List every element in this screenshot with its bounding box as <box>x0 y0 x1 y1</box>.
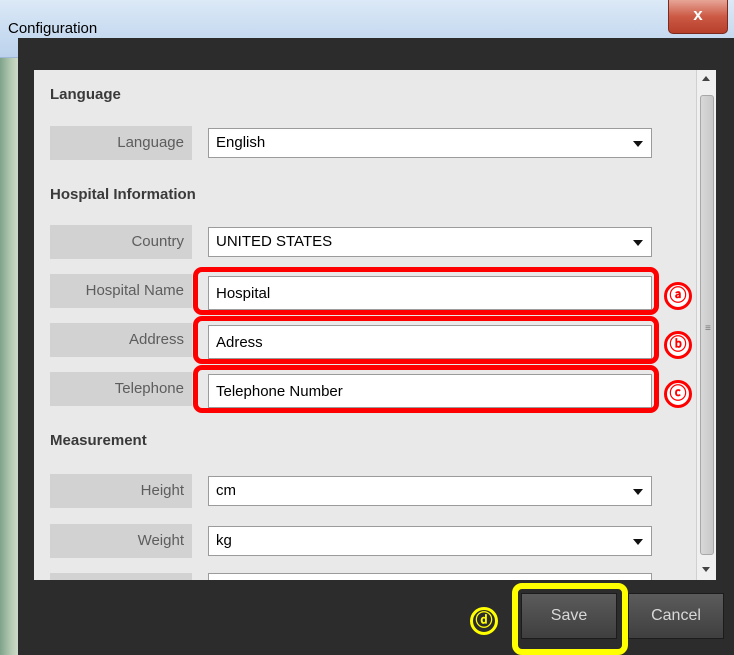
country-select-value: UNITED STATES <box>216 233 333 250</box>
chevron-down-icon <box>633 141 643 147</box>
height-select[interactable]: cm <box>208 476 652 506</box>
address-input[interactable] <box>208 325 652 359</box>
hospital-name-input[interactable] <box>208 276 652 310</box>
weight-select[interactable]: kg <box>208 526 652 556</box>
language-select[interactable]: English <box>208 128 652 158</box>
section-heading-hospital: Hospital Information <box>50 186 196 203</box>
weight-select-value: kg <box>216 532 232 549</box>
desktop-background <box>0 58 20 655</box>
country-select[interactable]: UNITED STATES <box>208 227 652 257</box>
annotation-marker-b: ⓑ <box>664 331 692 359</box>
address-label: Address <box>50 323 192 357</box>
chevron-down-icon <box>633 539 643 545</box>
window-title: Configuration <box>8 20 98 37</box>
language-label: Language <box>50 126 192 160</box>
telephone-input[interactable] <box>208 374 652 408</box>
save-button[interactable]: Save <box>521 593 617 639</box>
language-select-value: English <box>216 134 266 151</box>
cancel-button[interactable]: Cancel <box>628 593 724 639</box>
section-heading-language: Language <box>50 86 121 103</box>
scroll-down-arrow-icon[interactable] <box>702 567 710 572</box>
weight-label: Weight <box>50 524 192 558</box>
settings-panel: Language Language English Hospital Infor… <box>34 70 696 580</box>
scrollbar-thumb[interactable]: ≡ <box>700 95 714 555</box>
height-select-value: cm <box>216 482 236 499</box>
scroll-up-arrow-icon[interactable] <box>702 76 710 81</box>
height-label: Height <box>50 474 192 508</box>
close-button[interactable]: x <box>668 0 728 34</box>
chevron-down-icon <box>633 240 643 246</box>
hospital-name-label: Hospital Name <box>50 274 192 308</box>
partial-row-select[interactable] <box>208 573 652 580</box>
telephone-label: Telephone <box>50 372 192 406</box>
annotation-marker-a: ⓐ <box>664 282 692 310</box>
vertical-scrollbar[interactable]: ≡ <box>696 70 716 580</box>
partial-row-label <box>50 573 192 580</box>
country-label: Country <box>50 225 192 259</box>
chevron-down-icon <box>633 489 643 495</box>
configuration-dialog: Configuration x Language Language Englis… <box>0 0 734 655</box>
section-heading-measurement: Measurement <box>50 432 147 449</box>
annotation-marker-d: ⓓ <box>470 607 498 635</box>
annotation-marker-c: ⓒ <box>664 380 692 408</box>
grip-icon: ≡ <box>705 323 711 334</box>
